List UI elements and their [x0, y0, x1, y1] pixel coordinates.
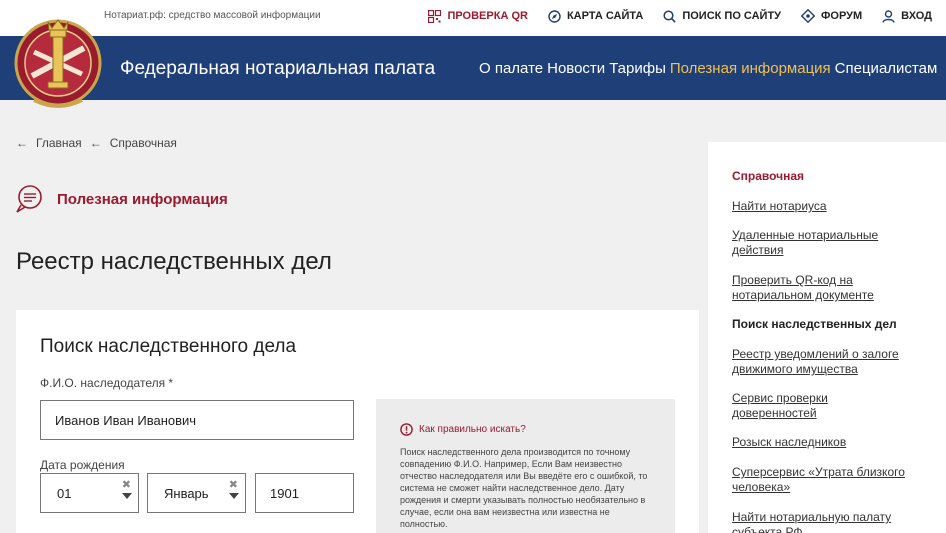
forum-label: ФОРУМ: [821, 10, 863, 22]
clear-month-icon[interactable]: ✖: [229, 478, 238, 491]
breadcrumb-reference[interactable]: Справочная: [110, 136, 177, 150]
chevron-down-icon[interactable]: [122, 493, 132, 499]
fio-input-value: Иванов Иван Иванович: [55, 412, 197, 428]
birth-day-select[interactable]: 01 ✖: [40, 473, 139, 513]
site-search-link[interactable]: ПОИСК ПО САЙТУ: [663, 9, 781, 23]
site-tagline: Нотариат.рф: средство массовой информаци…: [104, 10, 321, 21]
hint-title-text: Как правильно искать?: [419, 424, 526, 435]
forum-link[interactable]: ФОРУМ: [801, 9, 862, 23]
sidebar-item-find-chamber[interactable]: Найти нотариальную палату субъекта РФ: [732, 510, 912, 533]
main-nav: О палате Новости Тарифы Полезная информа…: [479, 60, 941, 77]
site-search-label: ПОИСК ПО САЙТУ: [682, 10, 782, 22]
birth-month-value: Январь: [164, 485, 209, 501]
chevron-down-icon[interactable]: [229, 493, 239, 499]
hint-title: Как правильно искать?: [400, 423, 526, 436]
compass-icon: [548, 9, 561, 23]
sidebar-title[interactable]: Справочная: [732, 169, 804, 183]
breadcrumb: ← Главная ← Справочная: [16, 136, 177, 150]
forum-icon: [801, 9, 816, 23]
sidebar: Справочная Найти нотариуса Удаленные нот…: [708, 142, 946, 533]
sidebar-item-heir-search[interactable]: Розыск наследников: [732, 435, 912, 450]
birth-day-value: 01: [57, 485, 72, 501]
section-header: Полезная информация: [16, 185, 228, 213]
breadcrumb-arrow: ←: [16, 136, 28, 150]
nav-item-specialists[interactable]: Специалистам: [835, 60, 938, 77]
info-icon: [400, 423, 413, 436]
nav-item-news[interactable]: Новости: [547, 60, 605, 77]
qr-check-link[interactable]: ПРОВЕРКА QR: [428, 9, 528, 23]
breadcrumb-arrow: ←: [89, 136, 102, 150]
sitemap-label: КАРТА САЙТА: [566, 10, 644, 22]
birth-date-label: Дата рождения: [40, 458, 125, 472]
site-header: Федеральная нотариальная палата О палате…: [0, 36, 946, 100]
sitemap-link[interactable]: КАРТА САЙТА: [548, 9, 643, 23]
birth-year-input[interactable]: 1901: [255, 473, 354, 513]
nav-item-tariffs[interactable]: Тарифы: [609, 60, 666, 77]
login-label: ВХОД: [901, 10, 932, 22]
fio-input[interactable]: Иванов Иван Иванович: [40, 400, 354, 440]
sidebar-item-find-notary[interactable]: Найти нотариуса: [732, 199, 912, 214]
hint-text: Поиск наследственного дела производится …: [400, 447, 648, 529]
qr-check-label: ПРОВЕРКА QR: [447, 10, 528, 22]
section-label[interactable]: Полезная информация: [57, 191, 228, 208]
top-bar: Нотариат.рф: средство массовой информаци…: [0, 0, 946, 36]
sidebar-item-inheritance-search[interactable]: Поиск наследственных дел: [732, 317, 912, 332]
birth-year-value: 1901: [270, 485, 299, 501]
form-title: Поиск наследственного дела: [40, 336, 297, 357]
notary-chamber-logo[interactable]: [12, 8, 104, 118]
sidebar-item-check-qr[interactable]: Проверить QR-код на нотариальном докумен…: [732, 273, 912, 303]
nav-item-about[interactable]: О палате: [479, 60, 543, 77]
user-icon: [882, 9, 895, 23]
top-links: ПРОВЕРКА QR КАРТА САЙТА ПОИСК ПО САЙТУ Ф…: [408, 9, 932, 23]
fio-label: Ф.И.О. наследодателя *: [40, 376, 174, 390]
login-link[interactable]: ВХОД: [882, 9, 932, 23]
site-title[interactable]: Федеральная нотариальная палата: [120, 58, 435, 80]
sidebar-item-remote-actions[interactable]: Удаленные нотариальные действия: [732, 228, 912, 258]
birth-month-select[interactable]: Январь ✖: [147, 473, 246, 513]
breadcrumb-home[interactable]: Главная: [36, 136, 82, 150]
qr-icon: [428, 9, 442, 23]
search-hint-box: Как правильно искать? Поиск наследственн…: [376, 399, 675, 533]
sidebar-item-pledge-registry[interactable]: Реестр уведомлений о залоге движимого им…: [732, 347, 912, 377]
search-form-card: Поиск наследственного дела Ф.И.О. наслед…: [16, 310, 699, 533]
page-title: Реестр наследственных дел: [16, 248, 332, 275]
sidebar-item-loss-service[interactable]: Суперсервис «Утрата близкого человека»: [732, 465, 912, 495]
clear-day-icon[interactable]: ✖: [122, 478, 131, 491]
chat-bubble-icon: [16, 185, 42, 213]
sidebar-item-poa-check[interactable]: Сервис проверки доверенностей: [732, 391, 912, 421]
nav-item-useful-info[interactable]: Полезная информация: [670, 60, 831, 77]
search-icon: [663, 9, 677, 23]
